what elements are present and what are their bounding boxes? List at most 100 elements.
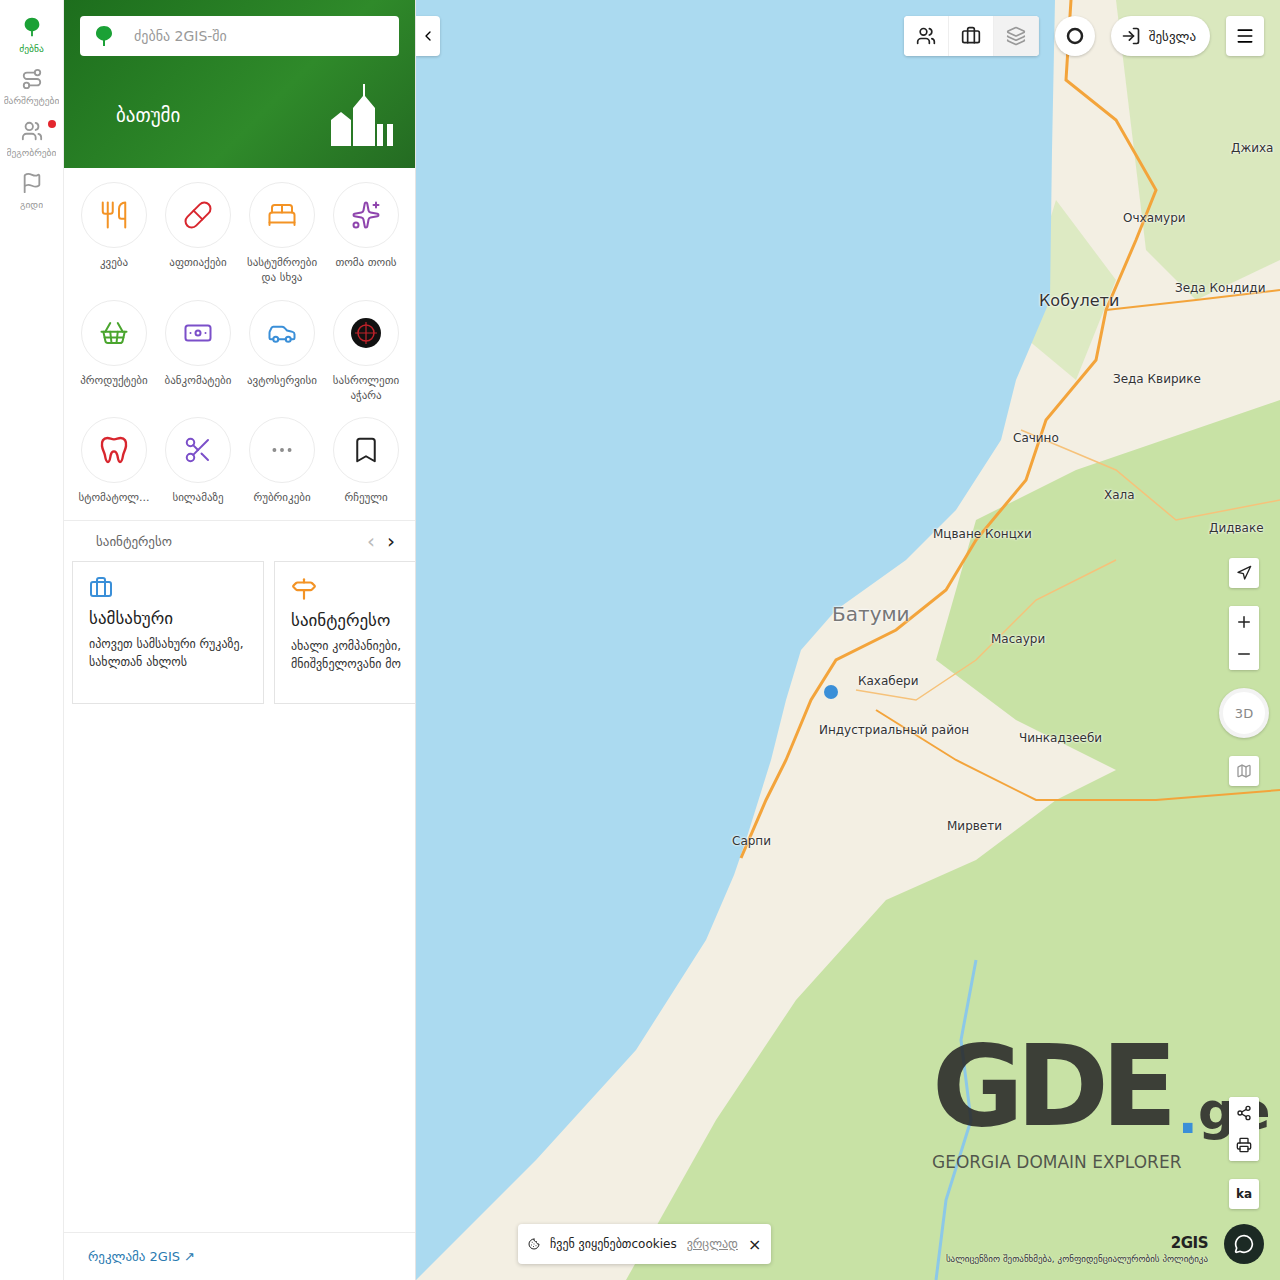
- rail-item[interactable]: მარშრუტები: [0, 68, 64, 106]
- locate-button[interactable]: [1229, 558, 1259, 588]
- rail-label: მეგობრები: [7, 147, 57, 158]
- category-circle: [333, 182, 399, 248]
- watermark: GDE.geGEORGIA DOMAIN EXPLORER: [932, 1030, 1270, 1172]
- atm-icon: [183, 318, 213, 348]
- brand: 2GIS სალიცენზიო შეთანხმება, კონფიდენციალუ…: [946, 1234, 1208, 1264]
- 3d-button[interactable]: 3D: [1219, 688, 1269, 738]
- map-style-button[interactable]: [1229, 756, 1259, 786]
- plus-icon: [1235, 613, 1253, 631]
- place-label: Дидваке: [1209, 521, 1264, 535]
- fork-knife-icon: [99, 200, 129, 230]
- map[interactable]: ДжихаОчхамуриКобулетиЗеда КондидиЗеда Кв…: [416, 0, 1280, 1280]
- section-arrows: ‹›: [367, 531, 395, 551]
- layers-button[interactable]: [994, 16, 1039, 56]
- category-label: აფთიაქები: [169, 256, 226, 271]
- search-input[interactable]: [132, 27, 387, 45]
- card-text: იპოვეთ სამსახური რუკაზე, სახლთან ახლოს: [89, 636, 247, 671]
- place-label: Мирвети: [947, 819, 1002, 833]
- category-item[interactable]: აფთიაქები: [156, 182, 240, 286]
- place-label: Хала: [1104, 488, 1135, 502]
- language-button[interactable]: ka: [1229, 1179, 1259, 1209]
- route-icon: [21, 68, 43, 90]
- friends-button[interactable]: [904, 16, 949, 56]
- print-button[interactable]: [1229, 1129, 1259, 1161]
- share-button[interactable]: [1229, 1097, 1259, 1129]
- banner-row: ბათუმი: [80, 80, 399, 146]
- briefcase-icon: [89, 576, 113, 600]
- signpost-icon: [291, 576, 317, 602]
- collapse-button[interactable]: [416, 16, 440, 56]
- ring-button[interactable]: [1055, 16, 1095, 56]
- place-label: Кахабери: [858, 674, 919, 688]
- category-item[interactable]: ბანკომატები: [156, 300, 240, 404]
- info-card[interactable]: საინტერესო ახალი კომპანიები, მნიშვნელოვან…: [274, 561, 415, 704]
- category-grid: კვება აფთიაქები სასტუმროები და სხვათომა თო…: [64, 168, 415, 521]
- login-button[interactable]: შესვლა: [1111, 16, 1210, 56]
- basket-icon: [99, 318, 129, 348]
- share-print: [1229, 1097, 1259, 1161]
- category-item[interactable]: რჩეული: [324, 417, 408, 506]
- category-item[interactable]: სასროლეთი აჭარა: [324, 300, 408, 404]
- category-label: ბანკომატები: [165, 374, 232, 389]
- place-label: Очхамури: [1123, 211, 1186, 225]
- scissors-icon: [183, 435, 213, 465]
- place-label: Сарпи: [732, 834, 771, 848]
- legal-links[interactable]: სალიცენზიო შეთანხმება, კონფიდენციალურობი…: [946, 1254, 1208, 1264]
- category-circle: [81, 182, 147, 248]
- category-item[interactable]: კვება: [72, 182, 156, 286]
- zoom-out-button[interactable]: [1229, 638, 1259, 670]
- place-label: Мцване Концхи: [933, 527, 1032, 541]
- rail-item[interactable]: მეგობრები: [0, 120, 64, 158]
- cookie-more-link[interactable]: ვრცლად: [687, 1237, 738, 1251]
- pill-icon: [183, 200, 213, 230]
- jobs-button[interactable]: [949, 16, 994, 56]
- ads-link[interactable]: რეკლამა 2GIS ↗: [88, 1249, 195, 1264]
- category-item[interactable]: რუბრიკები: [240, 417, 324, 506]
- map-icon: [1236, 763, 1252, 779]
- target-icon: [351, 318, 381, 348]
- map-controls: 3D: [1229, 558, 1259, 786]
- city-title: ბათუმი: [116, 104, 180, 126]
- section-title: საინტერესო: [96, 534, 172, 549]
- chat-button[interactable]: [1224, 1224, 1264, 1264]
- place-label: Чинкадзееби: [1019, 731, 1102, 745]
- place-label: Масаури: [991, 632, 1045, 646]
- category-item[interactable]: სტომატოლ...: [72, 417, 156, 506]
- mode-group: [904, 16, 1039, 56]
- card-title: საინტერესო: [291, 610, 415, 630]
- bookmark-icon: [351, 435, 381, 465]
- category-item[interactable]: სასტუმროები და სხვა: [240, 182, 324, 286]
- chevron-left-icon: [420, 28, 436, 44]
- info-card[interactable]: სამსახურიიპოვეთ სამსახური რუკაზე, სახლთა…: [72, 561, 264, 704]
- cookie-close[interactable]: ×: [748, 1235, 761, 1254]
- search-box[interactable]: [80, 16, 399, 56]
- cookie-icon: [528, 1238, 540, 1250]
- menu-button[interactable]: [1226, 16, 1264, 56]
- share-icon: [1236, 1105, 1252, 1121]
- category-item[interactable]: თომა თოის: [324, 182, 408, 286]
- car-icon: [267, 318, 297, 348]
- friends-icon: [21, 120, 43, 142]
- tooth-icon: [98, 434, 130, 466]
- brand-logo: 2GIS: [1171, 1234, 1208, 1252]
- zoom-in-button[interactable]: [1229, 606, 1259, 638]
- next-button[interactable]: ›: [387, 531, 395, 551]
- category-item[interactable]: ავტოსერვისი: [240, 300, 324, 404]
- watermark-subtitle: GEORGIA DOMAIN EXPLORER: [932, 1152, 1270, 1172]
- menu-icon: [1235, 26, 1255, 46]
- category-circle: [333, 300, 399, 366]
- prev-button[interactable]: ‹: [367, 531, 375, 551]
- rail-item[interactable]: ძებნა: [0, 16, 64, 54]
- category-item[interactable]: პროდუქტები: [72, 300, 156, 404]
- category-label: სტომატოლ...: [79, 491, 150, 506]
- category-circle: [249, 300, 315, 366]
- category-label: სასროლეთი აჭარა: [324, 374, 408, 404]
- place-label: Джиха: [1231, 141, 1273, 155]
- category-item[interactable]: სილამაზე: [156, 417, 240, 506]
- app: ძებნამარშრუტებიმეგობრებიგიდიბათუმიკვებაა…: [0, 0, 1280, 1280]
- card-text: ახალი კომპანიები, მნიშვნელოვანი მო: [291, 638, 415, 673]
- more-icon: [269, 437, 295, 463]
- place-label: Батуми: [832, 602, 910, 626]
- notification-badge: [48, 120, 56, 128]
- rail-item[interactable]: გიდი: [0, 172, 64, 210]
